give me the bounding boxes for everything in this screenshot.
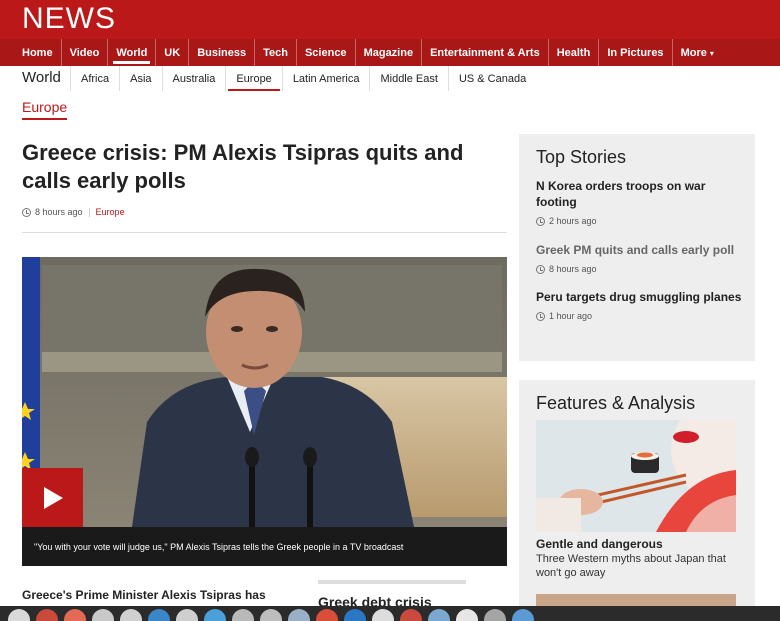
nav-item-health[interactable]: Health (549, 39, 600, 66)
dock-app-icon[interactable] (8, 609, 30, 621)
headline-divider (22, 232, 507, 233)
dock-app-icon[interactable] (232, 609, 254, 621)
nav-item-more[interactable]: More ▾ (673, 39, 722, 66)
top-stories-heading: Top Stories (536, 147, 627, 167)
dock-app-icon[interactable] (484, 609, 506, 621)
top-story-timestamp: 1 hour ago (549, 311, 593, 321)
sushi-illustration (536, 420, 736, 532)
nav-item-entertainment-arts[interactable]: Entertainment & Arts (422, 39, 549, 66)
video-player[interactable] (22, 257, 507, 527)
nav-item-label: Magazine (363, 47, 414, 59)
nav-item-label: In Pictures (607, 47, 664, 59)
dock-app-icon[interactable] (36, 609, 58, 621)
nav-item-uk[interactable]: UK (156, 39, 190, 66)
top-story-title[interactable]: Greek PM quits and calls early poll (536, 242, 746, 258)
nav-item-science[interactable]: Science (297, 39, 356, 66)
nav-item-label: World (116, 47, 148, 59)
dock-app-icon[interactable] (512, 609, 534, 621)
breadcrumb[interactable]: Europe (22, 99, 68, 120)
related-divider (318, 580, 466, 584)
article-meta: 8 hours ago Europe (22, 207, 125, 217)
os-dock (0, 606, 780, 621)
features-panel: Features & Analysis Gentle and dangerous… (519, 380, 755, 610)
dock-app-icon[interactable] (316, 609, 338, 621)
nav-item-tech[interactable]: Tech (255, 39, 297, 66)
dock-app-icon[interactable] (400, 609, 422, 621)
meta-divider (88, 207, 90, 217)
dock-app-icon[interactable] (64, 609, 86, 621)
top-stories-panel: Top Stories N Korea orders troops on war… (519, 134, 755, 361)
top-story-title[interactable]: N Korea orders troops on war footing (536, 178, 746, 210)
play-icon[interactable] (22, 468, 83, 527)
dock-app-icon[interactable] (120, 609, 142, 621)
subnav-item-asia[interactable]: Asia (119, 66, 161, 91)
chevron-down-icon: ▾ (709, 49, 714, 58)
subnav-item-middle-east[interactable]: Middle East (369, 66, 447, 91)
nav-item-magazine[interactable]: Magazine (356, 39, 423, 66)
section-title[interactable]: World (22, 69, 61, 86)
top-story-time: 8 hours ago (536, 264, 746, 274)
subnav-item-africa[interactable]: Africa (70, 66, 119, 91)
feature-summary: Three Western myths about Japan that won… (536, 553, 726, 579)
nav-item-label: Business (197, 47, 247, 59)
clock-icon (536, 216, 545, 226)
top-story-item[interactable]: Peru targets drug smuggling planes 1 hou… (536, 289, 746, 321)
clock-icon (22, 207, 31, 217)
nav-item-label: UK (164, 47, 181, 59)
masthead: NEWS (0, 0, 780, 39)
feature-title[interactable]: Gentle and dangerous (536, 537, 663, 551)
nav-item-label: Tech (263, 47, 288, 59)
top-story-time: 1 hour ago (536, 311, 746, 321)
top-story-timestamp: 2 hours ago (549, 216, 597, 226)
dock-app-icon[interactable] (456, 609, 478, 621)
main-nav: Home Video World UK Business Tech Science Magaz… (0, 39, 780, 66)
top-story-item[interactable]: Greek PM quits and calls early poll 8 ho… (536, 242, 746, 274)
video-still (22, 257, 507, 527)
bbc-news-logo[interactable]: NEWS (22, 2, 116, 36)
nav-item-in-pictures[interactable]: In Pictures (599, 39, 673, 66)
nav-item-label: Entertainment & Arts (430, 47, 540, 59)
dock-app-icon[interactable] (176, 609, 198, 621)
subnav-item-us-canada[interactable]: US & Canada (447, 66, 536, 91)
section-tag-link[interactable]: Europe (96, 207, 125, 217)
features-heading: Features & Analysis (536, 393, 696, 413)
top-story-timestamp: 8 hours ago (549, 264, 597, 274)
article-lede: Greece's Prime Minister Alexis Tsipras h… (22, 588, 266, 602)
nav-item-world[interactable]: World (108, 39, 157, 66)
nav-item-home[interactable]: Home (14, 39, 62, 66)
nav-item-business[interactable]: Business (189, 39, 256, 66)
nav-item-label: Health (556, 47, 591, 59)
feature-image[interactable] (536, 420, 736, 532)
video-caption: "You with your vote will judge us," PM A… (22, 527, 507, 566)
article-headline: Greece crisis: PM Alexis Tsipras quits a… (22, 140, 464, 193)
clock-icon (536, 311, 545, 321)
article-timestamp: 8 hours ago (35, 207, 83, 217)
dock-app-icon[interactable] (428, 609, 450, 621)
nav-item-video[interactable]: Video (62, 39, 109, 66)
top-story-title[interactable]: Peru targets drug smuggling planes (536, 289, 746, 305)
subnav-item-latin-america[interactable]: Latin America (281, 66, 370, 91)
dock-app-icon[interactable] (288, 609, 310, 621)
subnav-item-europe[interactable]: Europe (225, 66, 281, 91)
subnav-item-australia[interactable]: Australia (161, 66, 226, 91)
dock-app-icon[interactable] (148, 609, 170, 621)
nav-item-label: Home (22, 47, 53, 59)
dock-app-icon[interactable] (92, 609, 114, 621)
clock-icon (536, 264, 545, 274)
sub-nav: World Africa Asia Australia Europe Latin Ame… (0, 66, 780, 91)
dock-app-icon[interactable] (372, 609, 394, 621)
dock-app-icon[interactable] (260, 609, 282, 621)
nav-item-label: Science (304, 47, 347, 59)
dock-app-icon[interactable] (204, 609, 226, 621)
top-story-item[interactable]: N Korea orders troops on war footing 2 h… (536, 178, 746, 226)
top-story-time: 2 hours ago (536, 216, 746, 226)
nav-item-label: More (680, 47, 707, 59)
nav-item-label: Video (69, 47, 100, 59)
dock-app-icon[interactable] (344, 609, 366, 621)
